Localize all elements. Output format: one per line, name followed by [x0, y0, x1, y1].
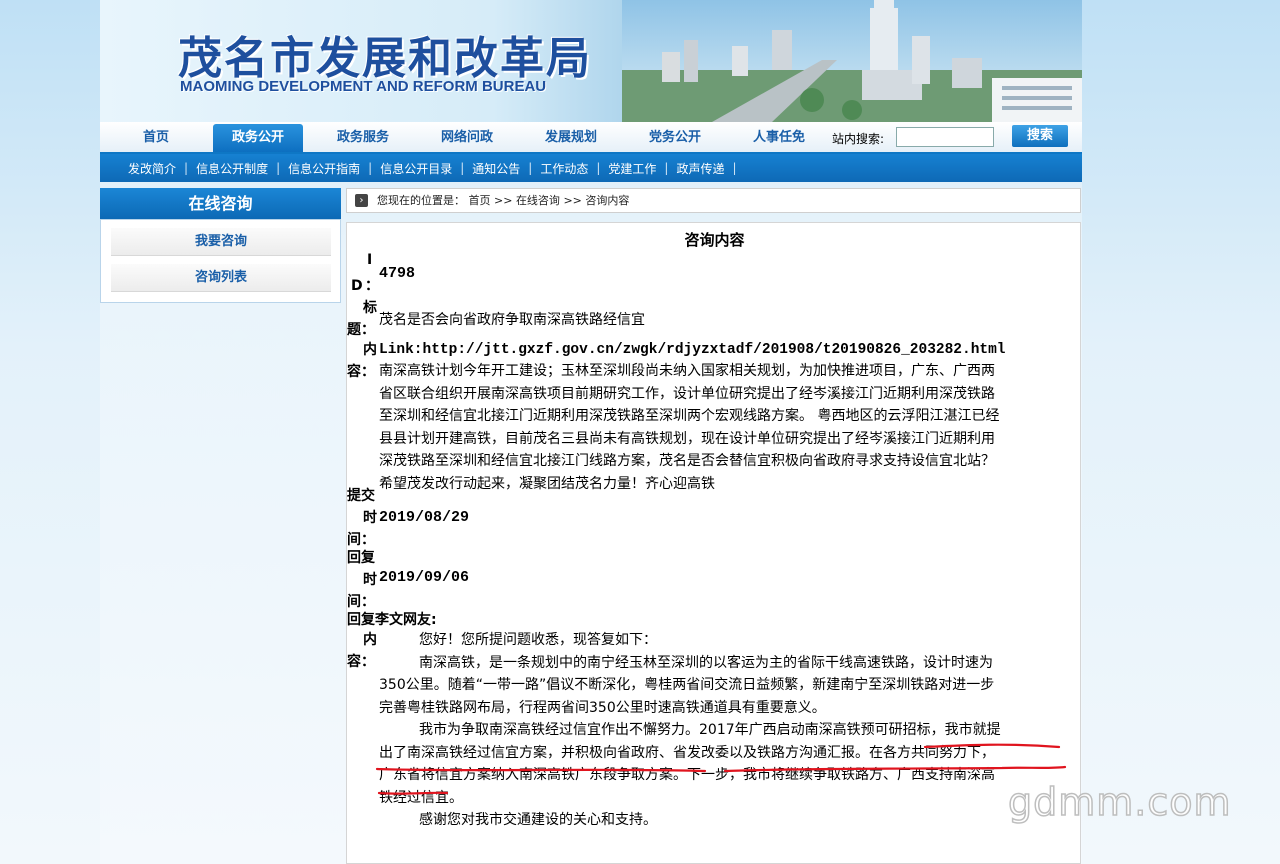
content-line: 深茂铁路至深圳和经信宜北接江门线路方案，茂名是否会替信宜积极向省政府寻求支持设信… [379, 453, 995, 469]
subnav-item-disclosure-catalog[interactable]: 信息公开目录 [380, 160, 452, 177]
submit-label-part: 提交 [347, 488, 375, 504]
id-label-part: D [351, 278, 363, 294]
subnav-item-disclosure-system[interactable]: 信息公开制度 [196, 160, 268, 177]
subnav-item-policy-voice[interactable]: 政声传递 [676, 160, 724, 177]
sub-nav: 发改简介 | 信息公开制度 | 信息公开指南 | 信息公开目录 | 通知公告 | 工作动态… [100, 154, 1082, 182]
subnav-separator: | [368, 161, 373, 175]
subnav-item-intro[interactable]: 发改简介 [128, 160, 176, 177]
title-label-part: 题： [347, 322, 375, 338]
nav-item-party-affairs[interactable]: 党务公开 [638, 128, 712, 148]
reply-line: 感谢您对我市交通建设的关心和支持。 [419, 812, 657, 828]
city-skyline-image [622, 0, 1082, 122]
breadcrumb-link-home[interactable]: 首页 [469, 194, 491, 207]
reply-line: 广东省将信宜方案纳入南深高铁广东段争取方案。下一步，我市将继续争取铁路方、广西支… [379, 767, 995, 783]
reply-label-part: 回复 [347, 550, 375, 566]
reply-content-label-part: 容： [347, 654, 375, 670]
subnav-item-disclosure-guide[interactable]: 信息公开指南 [288, 160, 360, 177]
site-watermark: gdmm.com [1007, 779, 1232, 825]
submit-time-value: 2019/08/29 [379, 509, 470, 526]
content-line: 至深圳和经信宜北接江门近期利用深茂铁路至深圳两个宏观线路方案。 粤西地区的云浮阳… [379, 408, 1000, 424]
site-title-cn: 茂名市发展和改革局 [178, 33, 592, 84]
subnav-item-party-building[interactable]: 党建工作 [608, 160, 656, 177]
reply-line: 您好！您所提问题收悉，现答复如下： [419, 632, 657, 648]
content-label-part: 容： [347, 364, 375, 380]
breadcrumb-arrow-icon: › [355, 194, 368, 207]
submit-label-part: 时 [363, 510, 377, 526]
title-label-part: 标 [363, 300, 377, 316]
reply-line: 我市为争取南深高铁经过信宜作出不懈努力。2017年广西启动南深高铁预可研招标，我… [419, 722, 1001, 738]
sidebar-menu: 我要咨询 咨询列表 [100, 219, 341, 303]
page-background-right [1082, 0, 1280, 864]
nav-item-home[interactable]: 首页 [130, 128, 182, 148]
subnav-separator: | [184, 161, 189, 175]
site-banner: 茂名市发展和改革局 MAOMING DEVELOPMENT AND REFORM… [100, 0, 1082, 122]
breadcrumb-prefix: 您现在的位置是： [377, 194, 465, 207]
id-label-part: ： [365, 278, 379, 294]
reply-content-label-part: 内 [363, 632, 377, 648]
nav-item-online-inquiry[interactable]: 网络问政 [430, 128, 504, 148]
sidebar-title: 在线咨询 [100, 188, 341, 219]
search-label: 站内搜索: [832, 132, 885, 146]
sidebar-item-ask[interactable]: 我要咨询 [111, 228, 331, 256]
reply-label-part: 时 [363, 572, 377, 588]
search-button[interactable]: 搜索 [1012, 125, 1068, 147]
subnav-separator: | [664, 161, 669, 175]
reply-line: 出了南深高铁经过信宜方案，并积极向省政府、省发改委以及铁路方沟通汇报。在各方共同… [379, 744, 995, 761]
subnav-separator: | [276, 161, 281, 175]
sidebar-item-list[interactable]: 咨询列表 [111, 264, 331, 292]
reply-line: 完善粤桂铁路网布局，行程两省间350公里时速高铁通道具有重要意义。 [379, 699, 826, 716]
consult-content-text: 南深高铁计划今年开工建设；玉林至深圳段尚未纳入国家相关规划，为加快推进项目，广东… [379, 360, 1071, 495]
subnav-separator: | [596, 161, 601, 175]
breadcrumb-link-content[interactable]: 咨询内容 [585, 194, 629, 207]
page-background-left [0, 0, 100, 864]
reply-line: 铁经过信宜。 [379, 789, 463, 806]
main-nav: 首页 政务公开 政务服务 网络问政 发展规划 党务公开 人事任免 站内搜索: 搜… [100, 122, 1082, 154]
reply-line: 南深高铁，是一条规划中的南宁经玉林至深圳的以客运为主的省际干线高速铁路，设计时速… [419, 654, 993, 671]
id-label-part: I [367, 252, 373, 268]
content-label-part: 内 [363, 342, 377, 358]
content-line: 省区联合组织开展南深高铁项目前期研究工作，设计单位研究提出了经岑溪接江门近期利用… [379, 385, 995, 402]
breadcrumb-separator: >> [494, 194, 513, 207]
breadcrumb-link-consult[interactable]: 在线咨询 [516, 194, 560, 207]
nav-item-personnel[interactable]: 人事任免 [742, 128, 816, 148]
breadcrumb-separator: >> [563, 194, 582, 207]
consult-content-panel: 咨询内容 I D ： 4798 标 题： 茂名是否会向省政府争取南深高铁路经信宜… [346, 222, 1081, 864]
nav-item-government-services[interactable]: 政务服务 [326, 128, 400, 148]
page-wrapper: 茂名市发展和改革局 MAOMING DEVELOPMENT AND REFORM… [100, 0, 1082, 864]
reply-content-text: 您好！您所提问题收悉，现答复如下： 南深高铁，是一条规划中的南宁经玉林至深圳的以… [379, 629, 1071, 832]
search-input[interactable] [896, 127, 994, 147]
content-line: 希望茂发改行动起来，凝聚团结茂名力量！齐心迎高铁 [379, 475, 715, 492]
subnav-separator: | [732, 161, 737, 175]
consult-id-value: 4798 [379, 265, 416, 282]
consult-title-value: 茂名是否会向省政府争取南深高铁路经信宜 [379, 312, 645, 328]
subnav-item-work-news[interactable]: 工作动态 [540, 160, 588, 177]
nav-item-development-planning[interactable]: 发展规划 [534, 128, 608, 148]
consult-heading: 咨询内容 [684, 231, 745, 249]
content-line: 县县计划开建高铁，目前茂名三县尚未有高铁规划，现在设计单位研究提出了经岑溪接江门… [379, 430, 995, 447]
consult-link[interactable]: Link:http://jtt.gxzf.gov.cn/zwgk/rdjyzxt… [379, 339, 1006, 361]
reply-line: 350公里。随着“一带一路”倡议不断深化，粤桂两省间交流日益频繁，新建南宁至深圳… [379, 677, 995, 693]
content-line: 南深高铁计划今年开工建设；玉林至深圳段尚未纳入国家相关规划，为加快推进项目，广东… [379, 363, 995, 379]
reply-time-value: 2019/09/06 [379, 569, 470, 586]
nav-item-government-affairs[interactable]: 政务公开 [213, 124, 303, 152]
breadcrumb: › 您现在的位置是： 首页 >> 在线咨询 >> 咨询内容 [346, 188, 1081, 213]
subnav-separator: | [528, 161, 533, 175]
subnav-item-notices[interactable]: 通知公告 [472, 160, 520, 177]
subnav-separator: | [460, 161, 465, 175]
reply-to: 回复李文网友: [347, 612, 437, 628]
site-title-en: MAOMING DEVELOPMENT AND REFORM BUREAU [180, 78, 547, 95]
